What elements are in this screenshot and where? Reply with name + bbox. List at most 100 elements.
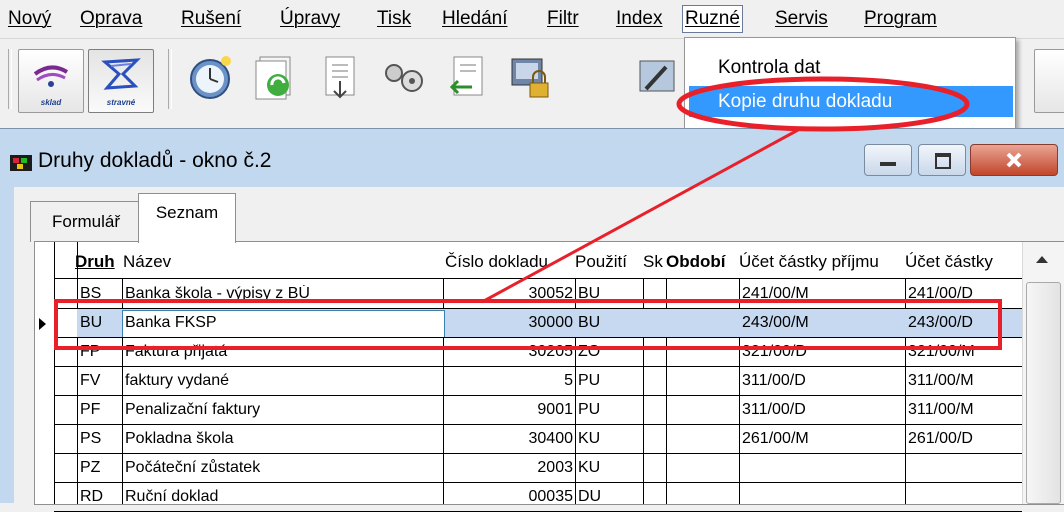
cell-nazev[interactable]: Faktura přijatá — [125, 343, 441, 361]
tools-icon[interactable] — [636, 53, 684, 101]
window-title: Druhy dokladů - okno č.2 — [38, 149, 272, 172]
menu-item-kontrola-dat[interactable]: Kontrola dat — [689, 52, 1013, 83]
cell-pouziti[interactable]: PU — [578, 372, 642, 390]
cell-druh[interactable]: PZ — [80, 459, 120, 477]
menu-hledani[interactable]: Hledání — [442, 6, 508, 32]
cell-ucet-prijmu[interactable]: 311/00/D — [742, 401, 902, 419]
tab-seznam[interactable]: Seznam — [138, 193, 236, 243]
menu-filtr[interactable]: Filtr — [547, 6, 579, 32]
menu-novy[interactable]: Nový — [8, 6, 51, 32]
cell-pouziti[interactable]: PU — [578, 401, 642, 419]
column-header-sk[interactable]: Sk — [643, 252, 666, 272]
menu-tisk[interactable]: Tisk — [377, 6, 411, 32]
cell-cislo-dokladu[interactable]: 30205 — [446, 343, 574, 361]
sklad-label: sklad — [40, 98, 62, 107]
table-row[interactable]: PZ Počáteční zůstatek 2003 KU — [35, 454, 1022, 483]
cell-nazev[interactable]: faktury vydané — [125, 372, 441, 390]
cell-cislo-dokladu[interactable]: 30400 — [446, 430, 574, 448]
warehouse-icon — [33, 65, 69, 87]
cell-druh[interactable]: PF — [80, 401, 120, 419]
column-header-ucet-castky[interactable]: Účet částky — [905, 252, 1018, 272]
cell-ucet-prijmu[interactable]: 261/00/M — [742, 430, 902, 448]
table-row[interactable]: BU Banka FKSP 30000 BU 243/00/M 243/00/D — [35, 309, 1022, 338]
cell-druh[interactable]: PS — [80, 430, 120, 448]
scroll-up-icon[interactable] — [1036, 256, 1048, 263]
column-header-druh[interactable]: Druh — [75, 252, 118, 272]
table-row[interactable]: FP Faktura přijatá 30205 ZO 321/00/D 321/00/M — [35, 338, 1022, 367]
stravne-button[interactable]: stravné — [88, 49, 154, 113]
table-row[interactable]: FV faktury vydané 5 PU 311/00/D 311/00/M — [35, 367, 1022, 396]
cell-cislo-dokladu[interactable]: 30052 — [446, 285, 574, 303]
cell-ucet-prijmu[interactable]: 243/00/M — [742, 314, 902, 332]
cell-cislo-dokladu[interactable]: 00035 — [446, 488, 574, 506]
column-header-nazev[interactable]: Název — [123, 252, 442, 272]
tab-panel-seznam: Druh Název Číslo dokladu Použití Sk Období Úče… — [34, 241, 1064, 512]
minimize-button[interactable] — [864, 144, 912, 176]
cell-ucet-castky[interactable]: 321/00/M — [908, 343, 1018, 361]
menu-ruzne[interactable]: Ruzné — [682, 5, 743, 33]
clock-icon[interactable] — [188, 53, 236, 101]
document-export-icon[interactable] — [444, 53, 492, 101]
cell-druh[interactable]: BS — [80, 285, 120, 303]
column-header-ucet-prijmu[interactable]: Účet částky příjmu — [739, 252, 902, 272]
table-row[interactable]: PF Penalizační faktury 9001 PU 311/00/D 311/0… — [35, 396, 1022, 425]
scroll-thumb[interactable] — [1026, 282, 1061, 504]
menu-program[interactable]: Program — [864, 6, 937, 32]
cell-nazev[interactable]: Banka FKSP — [125, 314, 441, 332]
column-header-pouziti[interactable]: Použití — [575, 252, 642, 272]
cell-druh[interactable]: FV — [80, 372, 120, 390]
menu-ruseni[interactable]: Rušení — [181, 6, 241, 32]
cell-ucet-prijmu[interactable]: 321/00/D — [742, 343, 902, 361]
cell-ucet-prijmu[interactable]: 311/00/D — [742, 372, 902, 390]
column-header-obdobi[interactable]: Období — [666, 252, 739, 272]
lock-icon[interactable] — [506, 53, 554, 101]
cell-nazev[interactable]: Pokladna škola — [125, 430, 441, 448]
cell-nazev[interactable]: Penalizační faktury — [125, 401, 441, 419]
vertical-scrollbar[interactable] — [1022, 242, 1064, 504]
window-app-icon — [10, 155, 32, 171]
cell-pouziti[interactable]: BU — [578, 314, 642, 332]
tab-formular[interactable]: Formulář — [30, 201, 142, 242]
table-row[interactable]: BS Banka škola - výpisy z BÚ 30052 BU 241/00… — [35, 280, 1022, 309]
cell-nazev[interactable]: Počáteční zůstatek — [125, 459, 441, 477]
maximize-icon — [935, 153, 951, 169]
window-client-area: Formulář Seznam Druh Název Číslo dokladu Po… — [14, 187, 1064, 512]
menu-index[interactable]: Index — [616, 6, 662, 32]
cell-cislo-dokladu[interactable]: 5 — [446, 372, 573, 390]
cell-ucet-castky[interactable]: 311/00/M — [908, 401, 1018, 419]
toolbar-grip — [8, 49, 12, 109]
cell-ucet-castky[interactable]: 243/00/D — [908, 314, 1018, 332]
menu-item-kopie-druhu-dokladu[interactable]: Kopie druhu dokladu — [689, 86, 1013, 117]
cell-nazev[interactable]: Banka škola - výpisy z BÚ — [125, 285, 441, 303]
cell-ucet-prijmu[interactable]: 241/00/M — [742, 285, 902, 303]
wrench-icon[interactable] — [380, 53, 428, 101]
document-import-icon[interactable] — [318, 53, 366, 101]
cell-cislo-dokladu[interactable]: 30000 — [446, 314, 574, 332]
cell-pouziti[interactable]: BU — [578, 285, 642, 303]
menu-upravy[interactable]: Úpravy — [280, 6, 340, 32]
maximize-button[interactable] — [918, 144, 966, 176]
cell-ucet-castky[interactable]: 311/00/M — [908, 372, 1018, 390]
cell-nazev[interactable]: Ruční doklad — [125, 488, 441, 506]
cell-pouziti[interactable]: DU — [578, 488, 642, 506]
menu-oprava[interactable]: Oprava — [80, 6, 142, 32]
cell-pouziti[interactable]: ZO — [578, 343, 642, 361]
sklad-button[interactable]: sklad — [18, 49, 84, 113]
table-row[interactable]: PS Pokladna škola 30400 KU 261/00/M 261/00/D — [35, 425, 1022, 454]
cell-druh[interactable]: RD — [80, 488, 120, 506]
cell-druh[interactable]: BU — [80, 314, 120, 332]
cell-cislo-dokladu[interactable]: 2003 — [446, 459, 573, 477]
column-header-cislo-dokladu[interactable]: Číslo dokladu — [445, 252, 575, 272]
recycle-icon[interactable] — [252, 53, 300, 101]
table-row[interactable]: RD Ruční doklad 00035 DU — [35, 483, 1022, 512]
close-icon — [1006, 152, 1022, 168]
toolbar-extra-button[interactable] — [1034, 49, 1064, 113]
close-button[interactable] — [970, 144, 1058, 176]
cell-ucet-castky[interactable]: 261/00/D — [908, 430, 1018, 448]
menu-servis[interactable]: Servis — [775, 6, 828, 32]
cell-druh[interactable]: FP — [80, 343, 120, 361]
cell-pouziti[interactable]: KU — [578, 459, 642, 477]
cell-pouziti[interactable]: KU — [578, 430, 642, 448]
cell-cislo-dokladu[interactable]: 9001 — [446, 401, 573, 419]
cell-ucet-castky[interactable]: 241/00/D — [908, 285, 1018, 303]
